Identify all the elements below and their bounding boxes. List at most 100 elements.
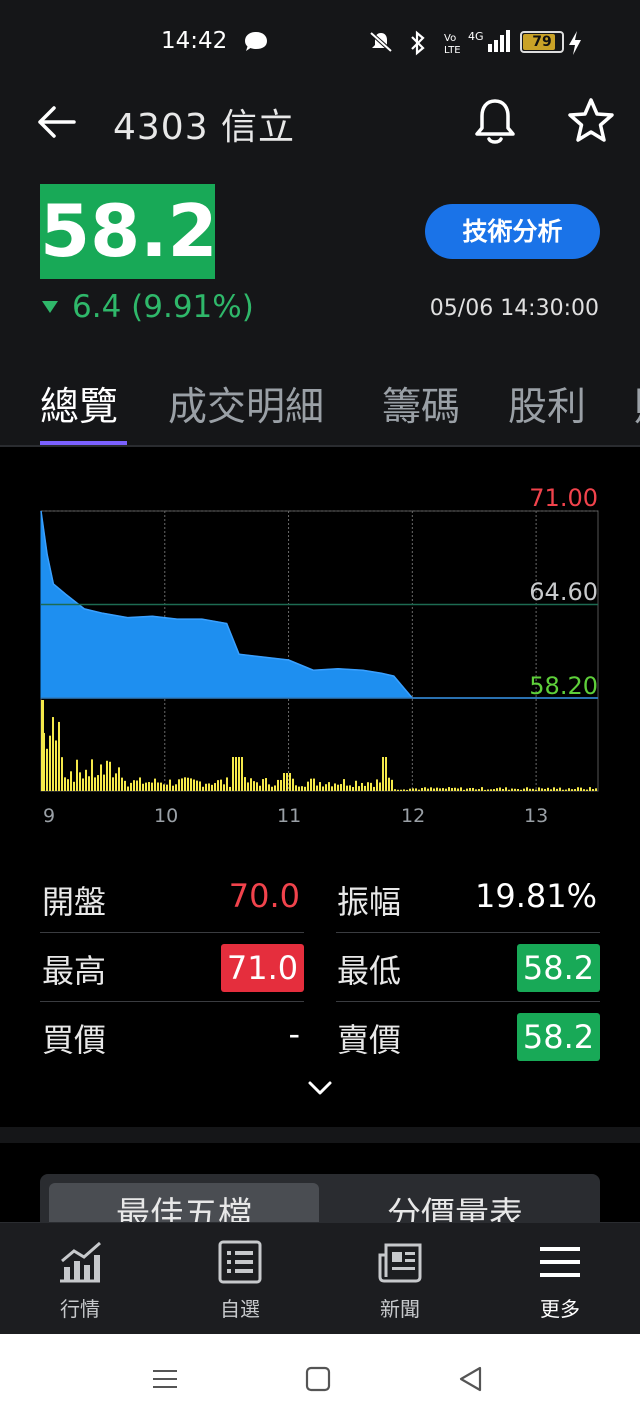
volume-bar [523, 788, 525, 791]
volume-bar [67, 779, 69, 791]
volume-bar [325, 784, 327, 791]
volume-bar [484, 789, 486, 791]
volume-bar [286, 773, 288, 791]
volume-bar [457, 788, 459, 791]
volume-bar [301, 786, 303, 791]
order-book-toggle: 最佳五檔 分價量表 [40, 1174, 600, 1223]
back-triangle-icon[interactable] [456, 1364, 486, 1394]
volume-bar [397, 789, 399, 791]
volume-bar [478, 789, 480, 791]
volume-bar [157, 782, 159, 791]
volume-bar [76, 759, 78, 791]
volume-bar [310, 778, 312, 791]
volume-bar [328, 782, 330, 791]
volume-bar [427, 788, 429, 791]
section-divider [0, 1127, 640, 1143]
volume-bar [64, 777, 66, 791]
nav-market[interactable]: 行情 [0, 1223, 160, 1335]
amplitude-value: 19.81% [474, 877, 597, 915]
back-arrow-icon[interactable] [36, 104, 76, 140]
volume-bar [406, 789, 408, 791]
price-volume-tab[interactable]: 分價量表 [320, 1183, 590, 1223]
volume-bar [445, 788, 447, 791]
volume-bar [442, 788, 444, 791]
volume-bar [460, 787, 462, 791]
volume-bar [373, 786, 375, 791]
tab-chips[interactable]: 籌碼 [382, 376, 460, 432]
nav-more[interactable]: 更多 [480, 1223, 640, 1335]
volume-bar [160, 782, 162, 791]
current-price: 58.2 [40, 184, 218, 279]
volume-bar [448, 787, 450, 791]
tab-financial[interactable]: 財 [634, 376, 640, 432]
open-label: 開盤 [42, 883, 107, 921]
volume-bar [334, 783, 336, 791]
nav-watchlist[interactable]: 自選 [160, 1223, 320, 1335]
volume-bar [436, 787, 438, 791]
volume-bar [556, 788, 558, 791]
volume-bar [58, 721, 60, 791]
volume-bar [295, 785, 297, 791]
tab-trade-details[interactable]: 成交明細 [168, 376, 324, 432]
x-label: 11 [277, 805, 302, 827]
volume-bar [46, 748, 48, 791]
bid-value: - [288, 1015, 300, 1053]
volume-bar [343, 779, 345, 791]
technical-analysis-button[interactable]: 技術分析 [425, 204, 600, 259]
volume-bar [292, 778, 294, 791]
volume-bar [94, 777, 96, 791]
home-icon[interactable] [303, 1364, 333, 1394]
stock-title: 4303 信立 [113, 107, 296, 148]
best-five-tab[interactable]: 最佳五檔 [49, 1183, 319, 1223]
volume-bar [544, 788, 546, 791]
volume-bar [106, 760, 108, 791]
chevron-down-icon[interactable] [305, 1075, 335, 1099]
volume-bar [532, 788, 534, 791]
volume-bar [241, 757, 243, 791]
stock-header: 4303 信立 58.2 6.4 (9.91%) 技術分析 05/06 14:3… [0, 86, 640, 446]
low-value: 58.2 [517, 944, 600, 992]
volume-bar [88, 776, 90, 791]
y-label-low: 58.20 [529, 672, 598, 700]
volume-bar [187, 777, 189, 791]
bell-icon[interactable] [472, 96, 518, 146]
svg-text:Vo: Vo [444, 33, 456, 44]
volume-bar [268, 784, 270, 791]
x-label: 12 [401, 805, 426, 827]
star-icon[interactable] [566, 96, 616, 146]
volume-bar [115, 773, 117, 791]
y-label-high: 71.00 [529, 484, 598, 512]
quote-timestamp: 05/06 14:30:00 [429, 296, 599, 321]
volume-bar [541, 788, 543, 791]
volume-bar [394, 789, 396, 791]
volume-bar [463, 789, 465, 791]
volume-bar [385, 757, 387, 791]
chat-icon [245, 32, 267, 51]
volume-bar [595, 788, 597, 791]
volume-bar [217, 780, 219, 791]
volume-bar [340, 784, 342, 791]
battery-level: 79 [532, 34, 552, 50]
volume-bar [247, 782, 249, 791]
tab-dividend[interactable]: 股利 [508, 376, 586, 432]
volume-bar [547, 787, 549, 791]
volume-bar [424, 787, 426, 791]
price-value: 58.2 [40, 189, 218, 273]
tab-overview[interactable]: 總覽 [40, 376, 118, 432]
volume-bar [232, 757, 234, 791]
nav-news[interactable]: 新聞 [320, 1223, 480, 1335]
volume-bar [61, 757, 63, 791]
price-change: 6.4 (9.91%) [42, 289, 254, 325]
volume-bar [376, 779, 378, 791]
volume-bar [178, 779, 180, 791]
volume-bar [475, 789, 477, 791]
recents-menu-icon[interactable] [150, 1364, 180, 1394]
volume-bar [454, 787, 456, 791]
volume-bar [367, 782, 369, 791]
volume-bar [193, 779, 195, 791]
volume-bar [583, 789, 585, 791]
volume-bar [235, 757, 237, 791]
volume-bar [79, 772, 81, 791]
volume-bar [220, 779, 222, 791]
volume-bar [571, 789, 573, 791]
